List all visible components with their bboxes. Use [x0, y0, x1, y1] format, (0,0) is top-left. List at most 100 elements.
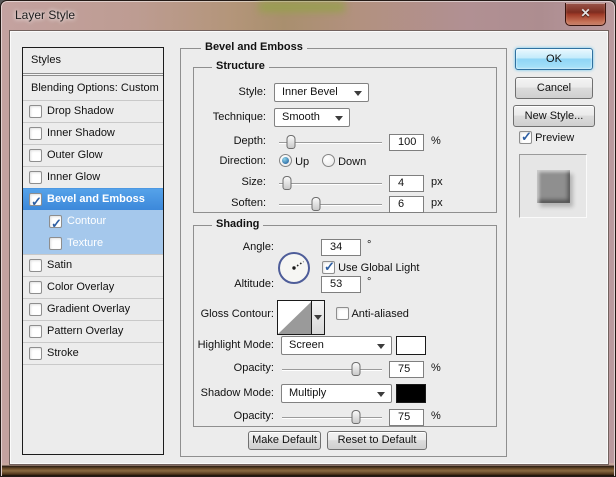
- new-style-button[interactable]: New Style...: [513, 105, 595, 127]
- anti-aliased-checkbox[interactable]: [336, 307, 349, 320]
- preview-bevel-swatch: [537, 170, 570, 203]
- structure-group: Structure Style: Inner Bevel Technique: …: [193, 60, 497, 213]
- shadow-mode-value: Multiply: [289, 387, 327, 399]
- outer-glow-checkbox[interactable]: [29, 149, 42, 162]
- technique-value: Smooth: [282, 111, 320, 123]
- altitude-input[interactable]: 53: [321, 276, 361, 293]
- pattern-overlay-checkbox[interactable]: [29, 325, 42, 338]
- angle-input[interactable]: 34: [321, 239, 361, 256]
- size-slider[interactable]: [279, 176, 382, 190]
- altitude-label: Altitude:: [234, 278, 274, 290]
- sidebar-item-label: Gradient Overlay: [47, 303, 131, 315]
- highlight-opacity-thumb[interactable]: [351, 362, 361, 376]
- depth-slider-thumb[interactable]: [286, 135, 296, 149]
- sidebar-item-satin[interactable]: Satin: [23, 254, 163, 276]
- contour-checkbox[interactable]: [49, 213, 62, 234]
- highlight-color-swatch[interactable]: [396, 336, 426, 355]
- color-overlay-checkbox[interactable]: [29, 281, 42, 294]
- soften-slider[interactable]: [279, 197, 382, 211]
- gradient-overlay-checkbox[interactable]: [29, 303, 42, 316]
- chevron-down-icon: [377, 392, 385, 397]
- bevel-emboss-checkbox[interactable]: [29, 191, 42, 212]
- shadow-mode-label: Shadow Mode:: [200, 387, 274, 399]
- shadow-opacity-unit: %: [431, 410, 441, 422]
- drop-shadow-checkbox[interactable]: [29, 105, 42, 118]
- preview-checkbox[interactable]: [519, 129, 532, 145]
- contour-dropdown-button[interactable]: [311, 301, 324, 334]
- soften-slider-thumb[interactable]: [311, 197, 321, 211]
- sidebar-item-inner-glow[interactable]: Inner Glow: [23, 166, 163, 188]
- sidebar-item-inner-shadow[interactable]: Inner Shadow: [23, 122, 163, 144]
- angle-dial[interactable]: [277, 251, 311, 285]
- sidebar-item-texture[interactable]: Texture: [23, 232, 163, 254]
- title-bar[interactable]: Layer Style ✕: [1, 1, 615, 30]
- gloss-contour-picker[interactable]: [277, 300, 325, 335]
- sidebar-item-stroke[interactable]: Stroke: [23, 342, 163, 364]
- shadow-opacity-slider[interactable]: [282, 410, 382, 424]
- inner-shadow-checkbox[interactable]: [29, 127, 42, 140]
- sidebar-item-blending-options[interactable]: Blending Options: Custom: [23, 76, 163, 100]
- anti-aliased-row[interactable]: Anti-aliased: [336, 307, 409, 320]
- highlight-opacity-input[interactable]: 75: [389, 361, 424, 378]
- sidebar-item-contour[interactable]: Contour: [23, 210, 163, 234]
- chevron-down-icon: [314, 315, 322, 320]
- soften-input[interactable]: 6: [389, 196, 424, 213]
- size-input[interactable]: 4: [389, 175, 424, 192]
- inner-glow-checkbox[interactable]: [29, 171, 42, 184]
- highlight-mode-dropdown[interactable]: Screen: [281, 336, 392, 355]
- stroke-checkbox[interactable]: [29, 347, 42, 360]
- sidebar-item-drop-shadow[interactable]: Drop Shadow: [23, 100, 163, 122]
- sidebar-item-gradient-overlay[interactable]: Gradient Overlay: [23, 298, 163, 320]
- radio-icon: [279, 154, 292, 167]
- altitude-unit: °: [367, 276, 372, 288]
- cancel-button[interactable]: Cancel: [515, 77, 593, 99]
- sidebar-item-label: Texture: [67, 237, 104, 249]
- shadow-color-swatch[interactable]: [396, 384, 426, 403]
- sidebar-item-label: Pattern Overlay: [47, 325, 124, 337]
- depth-label: Depth:: [233, 135, 266, 147]
- direction-down-label: Down: [338, 156, 367, 168]
- chevron-down-icon: [377, 344, 385, 349]
- size-slider-thumb[interactable]: [282, 176, 292, 190]
- angle-unit: °: [367, 239, 372, 251]
- technique-label: Technique:: [212, 111, 266, 123]
- gloss-contour-thumbnail: [278, 301, 312, 334]
- direction-label: Direction:: [219, 155, 266, 167]
- shadow-mode-dropdown[interactable]: Multiply: [281, 384, 392, 403]
- highlight-opacity-slider[interactable]: [282, 362, 382, 376]
- shadow-opacity-thumb[interactable]: [351, 410, 361, 424]
- shadow-opacity-input[interactable]: 75: [389, 409, 424, 426]
- technique-dropdown[interactable]: Smooth: [274, 108, 350, 127]
- depth-slider[interactable]: [279, 135, 382, 149]
- make-default-button[interactable]: Make Default: [248, 431, 321, 450]
- satin-checkbox[interactable]: [29, 259, 42, 272]
- size-label: Size:: [241, 176, 266, 188]
- preview-label: Preview: [535, 132, 575, 144]
- layer-style-dialog: Layer Style ✕ Styles Blending Options: C…: [0, 0, 616, 477]
- chevron-down-icon: [354, 91, 362, 96]
- close-button[interactable]: ✕: [565, 3, 606, 26]
- dialog-content: Styles Blending Options: Custom Drop Sha…: [9, 30, 609, 465]
- sidebar-item-label: Stroke: [47, 347, 79, 359]
- direction-up-radio[interactable]: Up: [279, 154, 309, 168]
- depth-input[interactable]: 100: [389, 134, 424, 151]
- preview-toggle[interactable]: Preview: [519, 129, 575, 146]
- ok-button[interactable]: OK: [515, 48, 593, 70]
- style-dropdown[interactable]: Inner Bevel: [274, 83, 369, 102]
- use-global-light-row[interactable]: Use Global Light: [322, 259, 419, 275]
- styles-header: Styles: [31, 54, 61, 66]
- sidebar-item-outer-glow[interactable]: Outer Glow: [23, 144, 163, 166]
- sidebar-item-color-overlay[interactable]: Color Overlay: [23, 276, 163, 298]
- texture-checkbox[interactable]: [49, 237, 62, 250]
- soften-unit: px: [431, 197, 443, 209]
- sidebar-item-label: Bevel and Emboss: [47, 193, 145, 205]
- sidebar-item-bevel-and-emboss[interactable]: Bevel and Emboss: [23, 188, 163, 212]
- sidebar-item-pattern-overlay[interactable]: Pattern Overlay: [23, 320, 163, 342]
- direction-down-radio[interactable]: Down: [322, 154, 366, 168]
- direction-up-label: Up: [295, 156, 310, 168]
- sidebar-item-label: Contour: [67, 215, 107, 227]
- reset-to-default-button[interactable]: Reset to Default: [327, 431, 427, 450]
- highlight-mode-label: Highlight Mode:: [197, 339, 274, 351]
- radio-icon: [322, 154, 335, 167]
- use-global-light-checkbox[interactable]: [322, 259, 335, 275]
